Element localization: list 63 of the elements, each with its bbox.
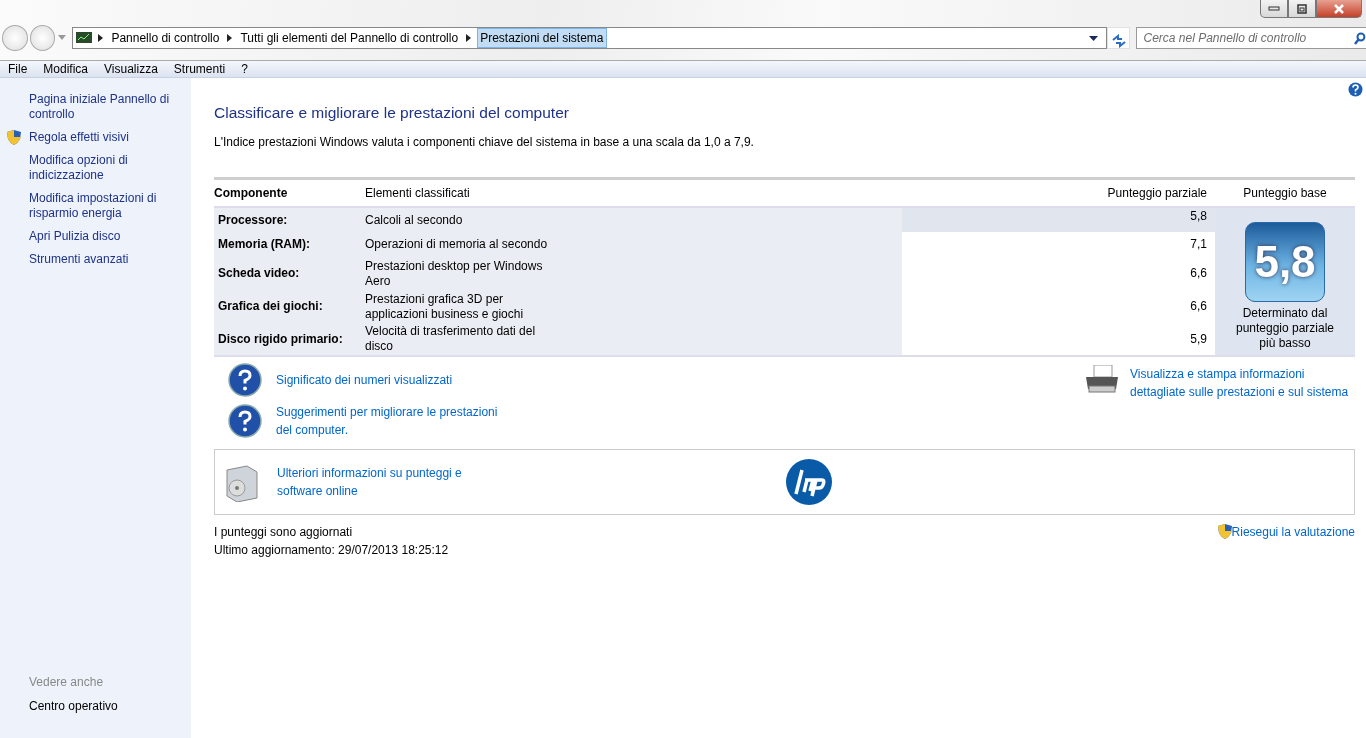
sidebar-link[interactable]: Regola effetti visivi (29, 130, 191, 145)
help-icon[interactable] (1348, 82, 1363, 97)
breadcrumb[interactable]: Tutti gli elementi del Pannello di controllo (238, 29, 461, 47)
sidebar-link[interactable]: Apri Pulizia disco (29, 229, 191, 244)
close-button[interactable] (1316, 0, 1362, 18)
printer-icon (1084, 365, 1120, 394)
menu-item[interactable]: Modifica (35, 61, 97, 77)
sidebar-link[interactable]: Modifica opzioni di indicizzazione (29, 153, 191, 183)
print-link[interactable]: Visualizza e stampa informazioni dettagliate sulle prestazioni e sul sistema (1130, 365, 1355, 402)
sidebar-link[interactable]: Centro operativo (29, 699, 191, 714)
minimize-icon (1268, 6, 1280, 11)
rated-item: Velocità di trasferimento dati del disco (364, 323, 902, 356)
subscore: 6,6 (901, 257, 1215, 291)
menu-item[interactable]: Strumenti (165, 61, 234, 77)
monitor-icon (76, 32, 93, 44)
chevron-icon[interactable] (227, 34, 233, 42)
dropdown-icon[interactable] (1088, 36, 1098, 42)
restore-icon (1297, 3, 1307, 14)
component-label: Disco rigido primario: (214, 323, 364, 356)
menu-item[interactable]: File (0, 61, 36, 77)
rated-item: Prestazioni grafica 3D per applicazioni business e giochi (364, 290, 902, 324)
subscore: 7,1 (901, 232, 1215, 258)
help-icon (228, 363, 262, 398)
status-text: Ultimo aggiornamento: 29/07/2013 18:25:12 (214, 542, 449, 560)
status-text: I punteggi sono aggiornati (214, 524, 354, 542)
help-link[interactable]: Significato dei numeri visualizzati (276, 371, 516, 390)
rated-item: Prestazioni desktop per Windows Aero (364, 257, 902, 291)
breadcrumb[interactable]: Pannello di controllo (109, 29, 222, 47)
see-also-heading: Vedere anche (29, 674, 105, 691)
component-label: Memoria (RAM): (214, 232, 364, 258)
address-bar[interactable]: Pannello di controllo Tutti gli elementi del Pannello di controllo Prestazioni del sistema (72, 27, 1107, 49)
component-label: Scheda video: (214, 257, 364, 291)
page-title: Classificare e migliorare le prestazioni del computer (214, 104, 570, 123)
base-score-note: Determinato dal punteggio parziale più basso (1235, 306, 1335, 352)
refresh-button[interactable] (1106, 27, 1131, 49)
restore-button[interactable] (1288, 0, 1316, 18)
software-box-icon (223, 462, 261, 503)
description-text: L'Indice prestazioni Windows valuta i componenti chiave del sistema in base a una scala da 1,0 a 7,9. (214, 133, 755, 151)
help-link[interactable]: Suggerimenti per migliorare le prestazioni del computer. (276, 403, 516, 440)
base-score: 5,8 (1254, 240, 1316, 285)
menu-item[interactable]: Visualizza (96, 61, 166, 77)
subscore: 6,6 (901, 290, 1215, 324)
sidebar-link[interactable]: Strumenti avanzati (29, 252, 191, 267)
shield-icon (1217, 524, 1232, 540)
rerun-link[interactable]: Riesegui la valutazione (1231, 523, 1355, 542)
logo-icon (785, 458, 833, 507)
chevron-icon[interactable] (98, 34, 104, 42)
search-field[interactable]: Cerca nel Pannello di controllo (1136, 27, 1366, 49)
menu-item[interactable]: ? (233, 61, 256, 77)
minimize-button[interactable] (1260, 0, 1288, 18)
close-icon (1334, 3, 1344, 14)
subscore: 5,9 (901, 323, 1215, 356)
chevron-icon[interactable] (466, 34, 472, 42)
rated-item: Calcoli al secondo (364, 207, 902, 233)
component-label: Grafica dei giochi: (214, 290, 364, 324)
rated-item: Operazioni di memoria al secondo (364, 232, 902, 258)
breadcrumb[interactable]: Prestazioni del sistema (477, 28, 607, 48)
help-icon (228, 404, 262, 439)
component-label: Processore: (214, 207, 364, 233)
online-link[interactable]: Ulteriori informazioni su punteggi e software online (277, 464, 477, 501)
sidebar-link[interactable]: Modifica impostazioni di risparmio energia (29, 191, 191, 221)
sidebar-link[interactable]: Pagina iniziale Pannello di controllo (29, 92, 191, 122)
subscore: 5,8 (901, 207, 1215, 233)
